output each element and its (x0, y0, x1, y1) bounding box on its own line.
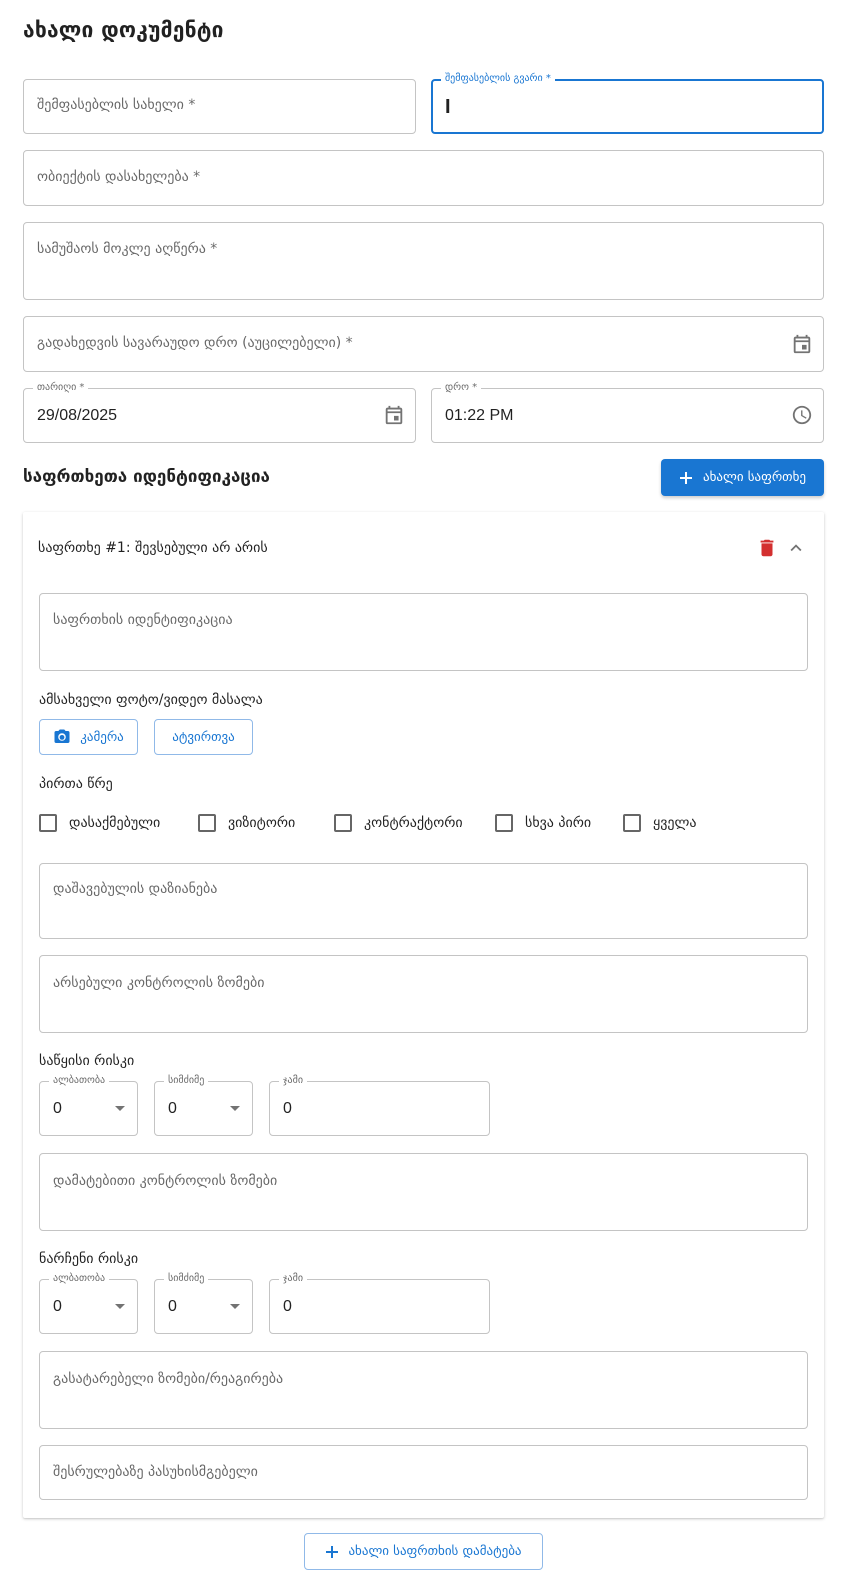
upload-button[interactable]: ატვირთვა (154, 719, 253, 755)
object-name-placeholder: ობიექტის დასახელება * (37, 169, 201, 185)
initial-total-label: ჯამი (279, 1075, 308, 1087)
first-name-placeholder: შემფასებლის სახელი * (37, 97, 196, 113)
checkbox-all[interactable]: ყველა (623, 814, 697, 832)
checkbox-label: კონტრაქტორი (364, 815, 463, 831)
trash-icon[interactable] (756, 537, 778, 559)
residual-probability-value: 0 (53, 1298, 62, 1315)
residual-severity-value: 0 (168, 1298, 177, 1315)
initial-severity-select[interactable]: სიმძიმე 0 (154, 1075, 253, 1136)
hazard-card-header: საფრთხე #1: შევსებული არ არის (38, 540, 268, 556)
residual-risk-label: ნარჩენი რისკი (39, 1251, 139, 1267)
checkbox-box[interactable] (198, 814, 216, 832)
time-label: დრო * (441, 382, 482, 394)
injury-field[interactable]: დაშავებულის დაზიანება (39, 863, 808, 939)
review-date-placeholder: გადახედვის სავარაუდო დრო (აუცილებელი) * (37, 335, 353, 351)
last-name-field[interactable]: შემფასებლის გვარი * I (431, 73, 824, 134)
responsible-field[interactable]: შესრულებაზე პასუხისმგებელი (39, 1445, 808, 1500)
page-title: ახალი დოკუმენტი (23, 18, 224, 42)
hazard-identification-placeholder: საფრთხის იდენტიფიკაცია (53, 612, 233, 628)
additional-controls-placeholder: დამატებითი კონტროლის ზომები (53, 1173, 278, 1189)
residual-probability-label: ალბათობა (49, 1273, 110, 1285)
upload-button-label: ატვირთვა (172, 729, 235, 745)
responsible-placeholder: შესრულებაზე პასუხისმგებელი (53, 1464, 258, 1480)
review-date-field[interactable]: გადახედვის სავარაუდო დრო (აუცილებელი) * (23, 316, 824, 372)
existing-controls-placeholder: არსებული კონტროლის ზომები (53, 975, 265, 991)
initial-total-field: ჯამი 0 (269, 1075, 490, 1136)
checkbox-box[interactable] (623, 814, 641, 832)
hazard-identification-field[interactable]: საფრთხის იდენტიფიკაცია (39, 593, 808, 671)
residual-probability-select[interactable]: ალბათობა 0 (39, 1273, 138, 1334)
calendar-icon[interactable] (383, 404, 405, 426)
checkbox-employee[interactable]: დასაქმებული (39, 814, 160, 832)
last-name-label: შემფასებლის გვარი * (441, 73, 555, 85)
initial-risk-label: საწყისი რისკი (39, 1053, 135, 1069)
initial-severity-label: სიმძიმე (164, 1075, 209, 1087)
media-label: ამსახველი ფოტო/ვიდეო მასალა (39, 692, 263, 708)
work-description-placeholder: სამუშაოს მოკლე აღწერა * (37, 241, 218, 257)
checkbox-box[interactable] (39, 814, 57, 832)
chevron-up-icon[interactable] (785, 537, 807, 559)
initial-probability-select[interactable]: ალბათობა 0 (39, 1075, 138, 1136)
checkbox-label: სხვა პირი (525, 815, 592, 831)
date-field[interactable]: თარიღი * 29/08/2025 (23, 382, 416, 443)
residual-total-label: ჯამი (279, 1273, 308, 1285)
hazard-card: საფრთხე #1: შევსებული არ არის საფრთხის ი… (23, 512, 824, 1518)
hazards-section-title: საფრთხეთა იდენტიფიკაცია (23, 467, 270, 487)
existing-controls-field[interactable]: არსებული კონტროლის ზომები (39, 955, 808, 1033)
checkbox-visitor[interactable]: ვიზიტორი (198, 814, 295, 832)
dropdown-arrow-icon (230, 1304, 240, 1309)
residual-total-value: 0 (283, 1298, 292, 1315)
plus-icon (680, 471, 693, 484)
time-field[interactable]: დრო * 01:22 PM (431, 382, 824, 443)
checkbox-label: ვიზიტორი (228, 815, 296, 831)
residual-total-field: ჯამი 0 (269, 1273, 490, 1334)
object-name-field[interactable]: ობიექტის დასახელება * (23, 150, 824, 206)
camera-button[interactable]: კამერა (39, 719, 138, 755)
calendar-icon[interactable] (791, 333, 813, 355)
residual-severity-select[interactable]: სიმძიმე 0 (154, 1273, 253, 1334)
dropdown-arrow-icon (115, 1304, 125, 1309)
checkbox-label: დასაქმებული (69, 815, 161, 831)
measures-placeholder: გასატარებელი ზომები/რეაგირება (53, 1371, 284, 1387)
initial-probability-label: ალბათობა (49, 1075, 110, 1087)
time-value: 01:22 PM (445, 407, 514, 424)
dropdown-arrow-icon (115, 1106, 125, 1111)
last-name-value: I (445, 96, 451, 118)
initial-probability-value: 0 (53, 1100, 62, 1117)
work-description-field[interactable]: სამუშაოს მოკლე აღწერა * (23, 222, 824, 300)
date-value: 29/08/2025 (37, 407, 118, 424)
date-label: თარიღი * (33, 382, 89, 394)
checkbox-label: ყველა (653, 815, 697, 831)
measures-field[interactable]: გასატარებელი ზომები/რეაგირება (39, 1351, 808, 1429)
first-name-field[interactable]: შემფასებლის სახელი * (23, 79, 416, 134)
persons-label: პირთა წრე (39, 776, 113, 792)
camera-button-label: კამერა (80, 729, 124, 745)
dropdown-arrow-icon (230, 1106, 240, 1111)
injury-placeholder: დაშავებულის დაზიანება (53, 881, 218, 897)
checkbox-other-person[interactable]: სხვა პირი (495, 814, 591, 832)
checkbox-box[interactable] (334, 814, 352, 832)
clock-icon[interactable] (791, 404, 813, 426)
checkbox-box[interactable] (495, 814, 513, 832)
plus-icon (326, 1545, 339, 1558)
add-new-hazard-button[interactable]: ახალი საფრთხის დამატება (304, 1533, 543, 1570)
additional-controls-field[interactable]: დამატებითი კონტროლის ზომები (39, 1153, 808, 1231)
initial-severity-value: 0 (168, 1100, 177, 1117)
checkbox-contractor[interactable]: კონტრაქტორი (334, 814, 463, 832)
new-hazard-button-label: ახალი საფრთხე (703, 470, 806, 485)
residual-severity-label: სიმძიმე (164, 1273, 209, 1285)
new-hazard-button[interactable]: ახალი საფრთხე (661, 459, 824, 496)
camera-icon (54, 729, 70, 743)
initial-total-value: 0 (283, 1100, 292, 1117)
add-new-hazard-button-label: ახალი საფრთხის დამატება (348, 1544, 522, 1559)
